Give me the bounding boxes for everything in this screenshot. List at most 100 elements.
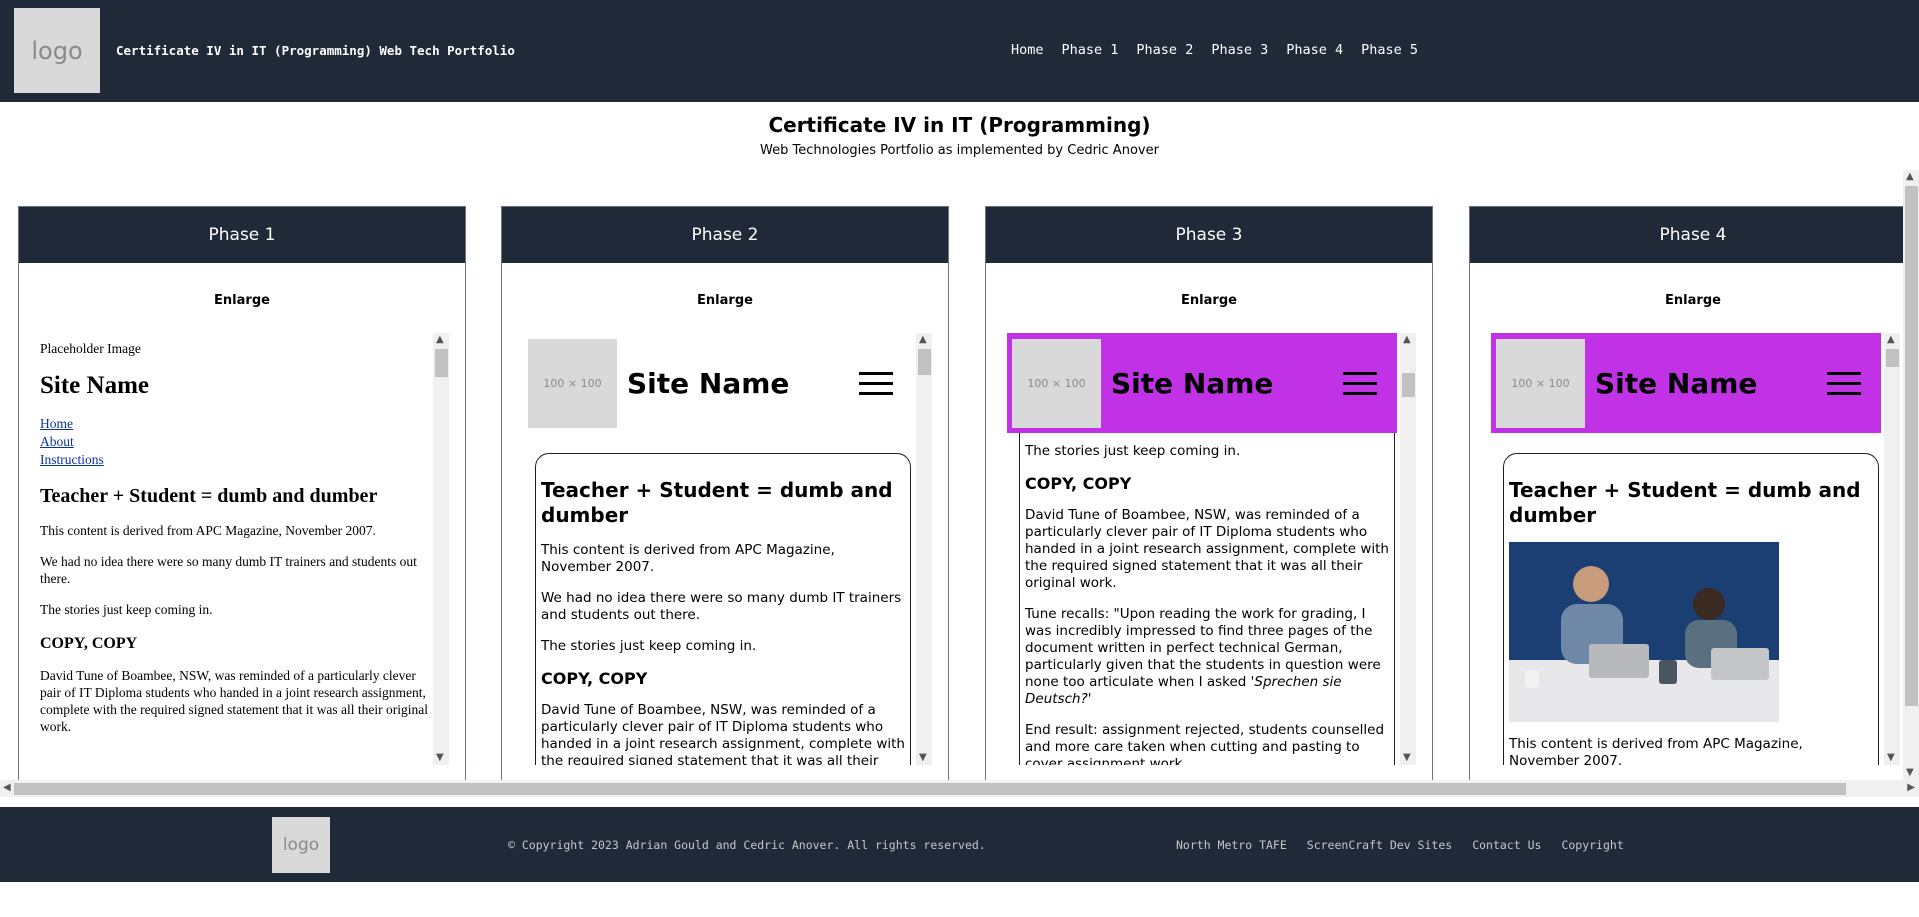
article-paragraph: We had no idea there were so many dumb I… [40, 554, 417, 586]
article-paragraph: This content is derived from APC Magazin… [1509, 736, 1803, 765]
preview-frame[interactable]: We had no idea there were so many dumb I… [999, 333, 1430, 765]
enlarge-button[interactable]: Enlarge [502, 293, 948, 308]
article-paragraph: David Tune of Boambee, NSW, was reminded… [40, 668, 429, 734]
scroll-thumb[interactable] [1886, 349, 1899, 367]
placeholder-image-text: Placeholder Image [40, 341, 141, 356]
footer-logo[interactable]: logo [272, 817, 330, 873]
scroll-up-icon[interactable]: ▲ [1403, 335, 1411, 345]
phase-card-3: Phase 3 Enlarge We had no idea there wer… [985, 206, 1433, 796]
frame-scrollbar[interactable]: ▲ ▼ [1400, 333, 1416, 765]
site-logo[interactable]: logo [14, 8, 100, 93]
hamburger-menu-icon[interactable] [1343, 365, 1377, 402]
article-paragraph: We had no idea there were so many dumb I… [541, 590, 902, 623]
footer-nav: North Metro TAFE ScreenCraft Dev Sites C… [1176, 838, 1624, 852]
preview-link-home[interactable]: Home [40, 416, 73, 431]
article-card: Teacher + Student = dumb and dumber This… [535, 453, 911, 765]
enlarge-button[interactable]: Enlarge [1470, 293, 1916, 308]
scroll-up-icon[interactable]: ▲ [436, 335, 444, 345]
phase-card-2: Phase 2 Enlarge 100 × 100 Site Name Teac… [501, 206, 949, 796]
footer-link-copyright[interactable]: Copyright [1561, 838, 1623, 852]
preview-frame[interactable]: Placeholder Image Site Name Home About I… [32, 333, 463, 765]
phase-card-1: Phase 1 Enlarge Placeholder Image Site N… [18, 206, 466, 796]
frame-scrollbar[interactable]: ▲ ▼ [916, 333, 932, 765]
preview-site-name: Site Name [1111, 366, 1274, 400]
article-paragraph: The stories just keep coming in. [40, 602, 213, 617]
scroll-down-icon[interactable]: ▼ [1403, 753, 1411, 763]
article-paragraph: David Tune of Boambee, NSW, was reminded… [1025, 507, 1389, 591]
section-heading: COPY, COPY [541, 669, 648, 688]
site-title[interactable]: Certificate IV in IT (Programming) Web T… [116, 43, 515, 58]
scroll-up-icon[interactable]: ▲ [1887, 335, 1895, 345]
phase-cards-scroller[interactable]: Phase 1 Enlarge Placeholder Image Site N… [0, 170, 1919, 797]
scroll-up-icon[interactable]: ▲ [919, 335, 927, 345]
preview-link-instructions[interactable]: Instructions [40, 452, 104, 467]
scroll-down-icon[interactable]: ▼ [1906, 768, 1914, 778]
footer-link-screencraft[interactable]: ScreenCraft Dev Sites [1307, 838, 1452, 852]
preview-nav: Home About Instructions [40, 415, 435, 469]
preview-header: 100 × 100 Site Name [1007, 333, 1397, 433]
preview-frame[interactable]: 100 × 100 Site Name Teacher + Student = … [1483, 333, 1914, 765]
nav-phase-4[interactable]: Phase 4 [1286, 42, 1343, 58]
nav-phase-2[interactable]: Phase 2 [1136, 42, 1193, 58]
scroll-down-icon[interactable]: ▼ [919, 753, 927, 763]
section-heading: COPY, COPY [40, 635, 138, 652]
footer-link-contact[interactable]: Contact Us [1472, 838, 1541, 852]
section-heading: COPY, COPY [1025, 474, 1132, 493]
article-paragraph: The stories just keep coming in. [541, 638, 757, 654]
article-paragraph: Tune recalls: "Upon reading the work for… [1025, 606, 1389, 708]
article-title: Teacher + Student = dumb and dumber [40, 485, 378, 507]
scroll-thumb[interactable] [1402, 373, 1415, 397]
preview-header: 100 × 100 Site Name [1491, 333, 1881, 433]
enlarge-button[interactable]: Enlarge [986, 293, 1432, 308]
page-vertical-scrollbar[interactable]: ▲ ▼ [1903, 170, 1919, 780]
article-title: Teacher + Student = dumb and dumber [541, 478, 893, 527]
copyright-text: © Copyright 2023 Adrian Gould and Cedric… [508, 838, 986, 852]
site-footer: logo © Copyright 2023 Adrian Gould and C… [0, 807, 1919, 882]
page-subtitle: Web Technologies Portfolio as implemente… [760, 143, 1159, 158]
scroll-thumb[interactable] [918, 349, 931, 375]
placeholder-logo: 100 × 100 [528, 338, 617, 428]
card-title: Phase 2 [502, 207, 948, 263]
scroll-up-icon[interactable]: ▲ [1906, 172, 1914, 182]
article-card: We had no idea there were so many dumb I… [1019, 387, 1395, 765]
hamburger-menu-icon[interactable] [859, 365, 893, 402]
article-paragraph: This content is derived from APC Magazin… [541, 542, 835, 575]
phase-card-4: Phase 4 Enlarge 100 × 100 Site Name Teac… [1469, 206, 1917, 796]
enlarge-button[interactable]: Enlarge [19, 293, 465, 308]
preview-frame[interactable]: 100 × 100 Site Name Teacher + Student = … [515, 333, 946, 765]
placeholder-logo: 100 × 100 [1496, 338, 1585, 428]
scroll-thumb[interactable] [435, 349, 448, 377]
nav-home[interactable]: Home [1011, 42, 1044, 58]
placeholder-logo: 100 × 100 [1012, 338, 1101, 428]
article-paragraph: End result: assignment rejected, student… [1025, 722, 1385, 765]
scroll-thumb[interactable] [14, 783, 1846, 795]
article-paragraph: This content is derived from APC Magazin… [40, 523, 376, 538]
preview-site-name: Site Name [627, 366, 790, 400]
preview-link-about[interactable]: About [40, 434, 74, 449]
scroll-down-icon[interactable]: ▼ [436, 753, 444, 763]
nav-phase-3[interactable]: Phase 3 [1211, 42, 1268, 58]
hamburger-menu-icon[interactable] [1827, 365, 1861, 402]
scroll-thumb[interactable] [1905, 186, 1918, 706]
page-title: Certificate IV in IT (Programming) [768, 113, 1151, 137]
frame-scrollbar[interactable]: ▲ ▼ [1884, 333, 1900, 765]
nav-phase-1[interactable]: Phase 1 [1062, 42, 1119, 58]
preview-site-name: Site Name [40, 372, 149, 399]
main-nav: Home Phase 1 Phase 2 Phase 3 Phase 4 Pha… [1011, 42, 1418, 58]
top-navbar: logo Certificate IV in IT (Programming) … [0, 0, 1919, 102]
cards-horizontal-scrollbar[interactable]: ◀ ▶ [0, 780, 1919, 797]
scroll-right-icon[interactable]: ▶ [1907, 783, 1915, 793]
students-laptop-photo [1509, 542, 1779, 722]
card-title: Phase 3 [986, 207, 1432, 263]
scroll-left-icon[interactable]: ◀ [3, 783, 11, 793]
article-card: Teacher + Student = dumb and dumber This… [1503, 453, 1879, 765]
nav-phase-5[interactable]: Phase 5 [1361, 42, 1418, 58]
card-title: Phase 4 [1470, 207, 1916, 263]
scroll-down-icon[interactable]: ▼ [1887, 753, 1895, 763]
article-title: Teacher + Student = dumb and dumber [1509, 478, 1861, 527]
card-title: Phase 1 [19, 207, 465, 263]
frame-scrollbar[interactable]: ▲ ▼ [433, 333, 449, 765]
preview-header: 100 × 100 Site Name [523, 333, 913, 433]
article-paragraph: The stories just keep coming in. [1025, 443, 1241, 459]
footer-link-north-metro-tafe[interactable]: North Metro TAFE [1176, 838, 1287, 852]
